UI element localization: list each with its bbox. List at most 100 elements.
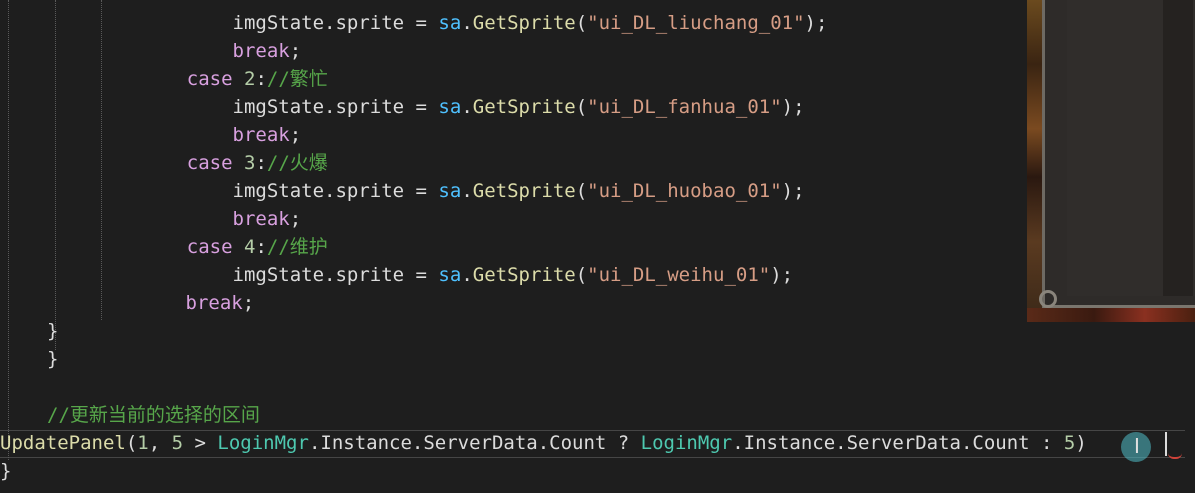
code-line[interactable]: imgState.sprite = sa.GetSprite("ui_DL_hu… [141,177,805,205]
code-line[interactable]: imgState.sprite = sa.GetSprite("ui_DL_li… [141,9,828,37]
code-token: ; [289,40,302,62]
code-token: "ui_DL_fanhua_01" [587,96,782,118]
code-token: } [47,320,59,342]
code-token: GetSprite [472,180,576,202]
code-line[interactable]: break; [141,121,302,149]
code-token: ); [781,96,805,118]
code-token: break [232,40,290,62]
code-token: } [47,348,59,370]
indent-guide-line [55,0,56,350]
code-line[interactable]: break; [141,37,302,65]
code-token: GetSprite [472,12,576,34]
cursor-ibeam-icon: I [1134,434,1140,458]
code-line[interactable]: //更新当前的选择的区间 [47,401,260,429]
code-token: //更新当前的选择的区间 [47,404,260,426]
code-token: imgState [141,96,325,118]
code-line[interactable]: } [0,457,11,485]
code-token: ) [1075,432,1087,454]
code-token: ( [575,12,588,34]
squiggle-icon [1168,453,1182,459]
code-token: ); [804,12,828,34]
code-token: ( [575,180,588,202]
code-token: .sprite = [324,180,439,202]
code-token: ); [770,264,794,286]
code-token: 2 [243,68,256,90]
code-token: ; [289,124,302,146]
code-token: ; [242,292,255,314]
code-token: ( [575,264,588,286]
code-token: , [148,432,172,454]
code-line[interactable]: } [47,317,58,345]
code-token: . [461,180,473,202]
code-token: ( [125,432,138,454]
game-preview-thumbnail [1027,0,1195,322]
code-token: break [185,292,243,314]
code-token: //繁忙 [266,68,328,90]
preview-frame-ornament [1039,290,1057,308]
preview-panel-shadow [1163,0,1193,296]
code-token: } [0,460,12,482]
code-token: case [186,236,233,258]
code-token: 4 [243,236,256,258]
code-token: ); [781,180,805,202]
code-token: . [461,96,473,118]
preview-artwork-strip [1027,0,1042,322]
preview-bottom-strip [1027,308,1195,322]
code-line[interactable]: break; [141,205,302,233]
code-token: imgState [141,264,325,286]
code-line[interactable]: break; [94,289,255,317]
code-token: : [255,152,267,174]
code-token: imgState [141,180,325,202]
code-editor[interactable]: imgState.sprite = sa.GetSprite("ui_DL_li… [0,0,1195,493]
code-token: . [461,264,473,286]
code-token: .sprite = [324,264,439,286]
code-line[interactable]: case 3://火爆 [141,149,328,177]
code-token: : [255,236,267,258]
code-token: 5 [1063,432,1076,454]
code-token: break [232,208,290,230]
code-token: > [183,432,218,454]
code-token: sa [438,264,462,286]
code-line[interactable]: case 4://维护 [141,233,328,261]
code-token: case [186,68,233,90]
code-token: sa [438,96,462,118]
code-token: //维护 [266,236,328,258]
code-token: ( [575,96,588,118]
code-token: "ui_DL_weihu_01" [587,264,771,286]
indent-guide-line [101,0,102,320]
code-line[interactable]: imgState.sprite = sa.GetSprite("ui_DL_we… [141,261,794,289]
code-token: UpdatePanel [0,432,126,454]
code-token: break [232,124,290,146]
caret-icon [1165,432,1167,456]
code-token: "ui_DL_huobao_01" [587,180,782,202]
code-token: GetSprite [472,264,576,286]
code-token: .Instance.ServerData.Count : [732,432,1064,454]
code-token: case [186,152,233,174]
code-token: : [255,68,267,90]
code-token: 1 [137,432,149,454]
code-token: .sprite = [324,96,439,118]
code-token: sa [438,12,462,34]
code-token: //火爆 [266,152,328,174]
code-line[interactable]: case 2://繁忙 [141,65,328,93]
code-token: LoginMgr [217,432,309,454]
code-token: . [461,12,473,34]
code-token: 3 [243,152,256,174]
code-token: sa [438,180,462,202]
code-line[interactable]: imgState.sprite = sa.GetSprite("ui_DL_fa… [141,93,805,121]
code-token: .Instance.ServerData.Count ? [308,432,641,454]
code-token: LoginMgr [640,432,733,454]
code-token: .sprite = [324,12,439,34]
code-line[interactable]: UpdatePanel(1, 5 > LoginMgr.Instance.Ser… [0,429,1087,457]
code-token: GetSprite [472,96,576,118]
code-line[interactable]: } [47,345,58,373]
